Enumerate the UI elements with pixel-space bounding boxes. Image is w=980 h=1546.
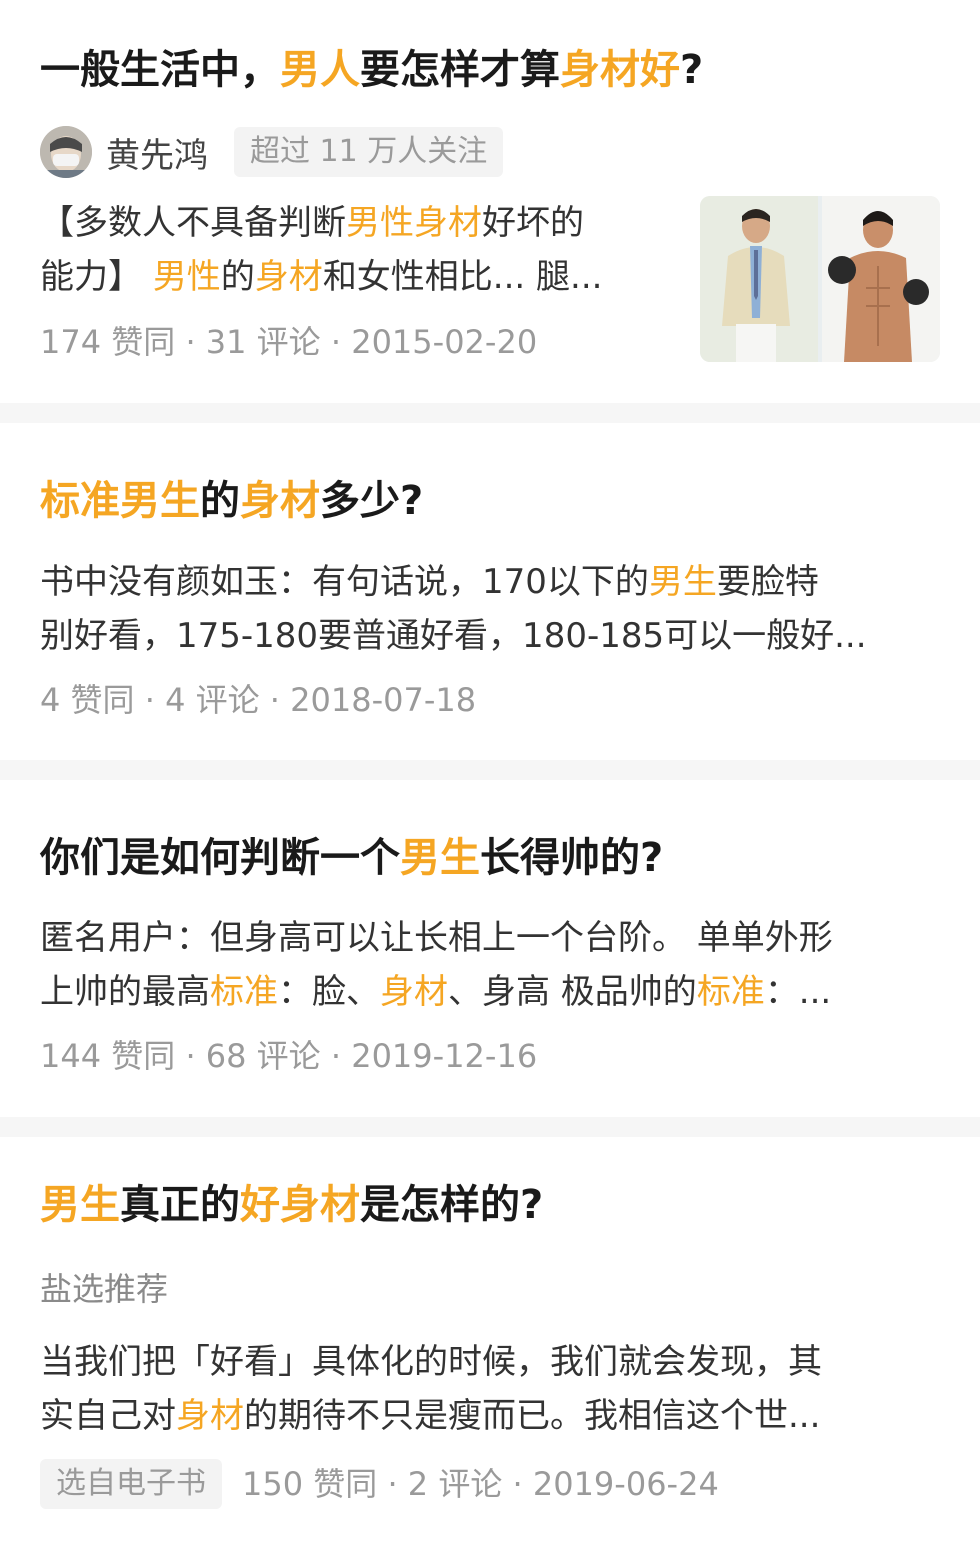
excerpt-text: 书中没有颜如玉：有句话说，170以下的 [40,562,649,602]
card-excerpt[interactable]: 【多数人不具备判断男性身材好坏的 能力】 男性的身材和女性相比... 腿... [40,196,680,304]
excerpt-text: 别好看，175-180要普通好看，180-185可以一般好... [40,616,867,656]
title-text: 要怎样才算 [360,47,560,93]
card-title[interactable]: 男生真正的好身材是怎样的? [40,1177,543,1233]
excerpt-line: 实自己对身材的期待不只是瘦而已。我相信这个世... [40,1389,940,1443]
highlighted-keyword: 身材 [240,478,320,524]
like-count: 144 赞同 [40,1037,176,1075]
ebook-badge: 选自电子书 [40,1459,222,1509]
post-date: 2015-02-20 [351,323,538,361]
meta-separator: · [320,1037,352,1075]
comment-count: 2 评论 [407,1465,503,1503]
avatar[interactable] [40,126,92,178]
excerpt-line: 匿名用户：但身高可以让长相上一个台阶。 单单外形 [40,911,940,965]
excerpt-text: 实自己对 [40,1396,176,1436]
excerpt-line: 当我们把「好看」具体化的时候，我们就会发现，其 [40,1335,940,1389]
highlighted-keyword: 男生 [40,1182,120,1228]
highlighted-keyword: 身材 [380,972,448,1012]
highlighted-keyword: 男生 [400,835,480,881]
card-separator [0,1117,980,1137]
meta-separator: · [259,681,291,719]
card-title[interactable]: 一般生活中，男人要怎样才算身材好? [40,42,703,98]
highlighted-keyword: 标准男生 [40,478,200,524]
excerpt-text: 能力】 [40,257,153,297]
card-separator [0,760,980,780]
excerpt-line: 能力】 男性的身材和女性相比... 腿... [40,250,680,304]
excerpt-text: 的 [220,257,255,297]
excerpt-text: 上帅的最高 [40,972,210,1012]
excerpt-text: ：... [764,972,832,1012]
card-excerpt[interactable]: 书中没有颜如玉：有句话说，170以下的男生要脸特别好看，175-180要普通好看… [40,555,940,663]
excerpt-line: 上帅的最高标准：脸、身材、身高 极品帅的标准：... [40,965,940,1019]
post-date: 2018-07-18 [290,681,477,719]
comment-count: 31 评论 [205,323,321,361]
meta-separator: · [502,1465,533,1503]
card-meta: 4 赞同 · 4 评论 · 2018-07-18 [40,678,476,722]
like-count: 174 赞同 [40,323,176,361]
meta-separator: · [175,323,206,361]
title-text: 你们是如何判断一个 [40,835,400,881]
post-date: 2019-12-16 [351,1037,538,1075]
excerpt-text: ：脸、 [278,972,380,1012]
result-card-3[interactable]: 你们是如何判断一个男生长得帅的? 匿名用户：但身高可以让长相上一个台阶。 单单外… [0,780,980,1117]
excerpt-text: 匿名用户：但身高可以让长相上一个台阶。 单单外形 [40,918,833,958]
excerpt-text: 要脸特 [716,562,819,602]
highlighted-keyword: 标准 [210,972,278,1012]
card-title[interactable]: 标准男生的身材多少? [40,473,423,529]
excerpt-text: 和女性相比... 腿... [322,257,603,297]
post-date: 2019-06-24 [532,1465,719,1503]
title-text: 多少? [320,478,424,524]
excerpt-text: 当我们把「好看」具体化的时候，我们就会发现，其 [40,1342,822,1382]
highlighted-keyword: 男性身材 [346,203,482,243]
avatar-image [40,126,92,178]
meta-separator: · [134,681,166,719]
card-excerpt[interactable]: 匿名用户：但身高可以让长相上一个台阶。 单单外形 上帅的最高标准：脸、身材、身高 … [40,911,940,1019]
title-text: 的 [200,478,240,524]
card-meta: 174 赞同 · 31 评论 · 2015-02-20 [40,320,537,364]
article-thumbnail-image [700,196,940,362]
card-separator [0,403,980,423]
highlighted-keyword: 男人 [280,47,360,93]
meta-separator: · [377,1465,408,1503]
excerpt-text: 、身高 极品帅的 [448,972,697,1012]
result-card-4[interactable]: 男生真正的好身材是怎样的? 盐选推荐 当我们把「好看」具体化的时候，我们就会发现… [0,1137,980,1546]
card-title[interactable]: 你们是如何判断一个男生长得帅的? [40,830,663,886]
card-meta: 150 赞同 · 2 评论 · 2019-06-24 [242,1462,719,1506]
title-text: ? [680,47,704,93]
excerpt-line: 【多数人不具备判断男性身材好坏的 [40,196,680,250]
card-meta: 144 赞同 · 68 评论 · 2019-12-16 [40,1034,537,1078]
highlighted-keyword: 身材 [176,1396,244,1436]
author-name[interactable]: 黄先鸿 [106,128,208,177]
comment-count: 68 评论 [205,1037,321,1075]
highlighted-keyword: 男生 [648,562,717,602]
title-text: 是怎样的? [360,1182,544,1228]
source-label: 盐选推荐 [40,1270,169,1308]
card-footer: 选自电子书 150 赞同 · 2 评论 · 2019-06-24 [40,1459,719,1509]
result-card-1[interactable]: 一般生活中，男人要怎样才算身材好? 黄先鸿 超过 11 万人关注 【多数人不具备… [0,0,980,403]
title-text: 真正的 [120,1182,240,1228]
card-excerpt[interactable]: 当我们把「好看」具体化的时候，我们就会发现，其 实自己对身材的期待不只是瘦而已。我… [40,1335,940,1443]
excerpt-line: 别好看，175-180要普通好看，180-185可以一般好... [40,609,940,663]
title-text: 长得帅的? [480,835,664,881]
article-thumbnail[interactable] [700,196,940,362]
excerpt-text: 【多数人不具备判断 [40,203,346,243]
like-count: 4 赞同 [40,681,135,719]
meta-separator: · [175,1037,206,1075]
title-text: 一般生活中， [40,47,280,93]
excerpt-text: 的期待不只是瘦而已。我相信这个世... [244,1396,821,1436]
result-card-2[interactable]: 标准男生的身材多少? 书中没有颜如玉：有句话说，170以下的男生要脸特别好看，1… [0,423,980,760]
highlighted-keyword: 男性 [152,257,221,297]
highlighted-keyword: 好身材 [240,1182,360,1228]
follow-count-badge: 超过 11 万人关注 [234,127,504,177]
highlighted-keyword: 身材 [254,257,323,297]
author-row[interactable]: 黄先鸿 超过 11 万人关注 [40,126,504,178]
highlighted-keyword: 标准 [696,972,765,1012]
excerpt-line: 书中没有颜如玉：有句话说，170以下的男生要脸特 [40,555,940,609]
like-count: 150 赞同 [242,1465,378,1503]
excerpt-text: 好坏的 [482,203,584,243]
highlighted-keyword: 身材好 [560,47,680,93]
comment-count: 4 评论 [165,681,260,719]
meta-separator: · [320,323,352,361]
